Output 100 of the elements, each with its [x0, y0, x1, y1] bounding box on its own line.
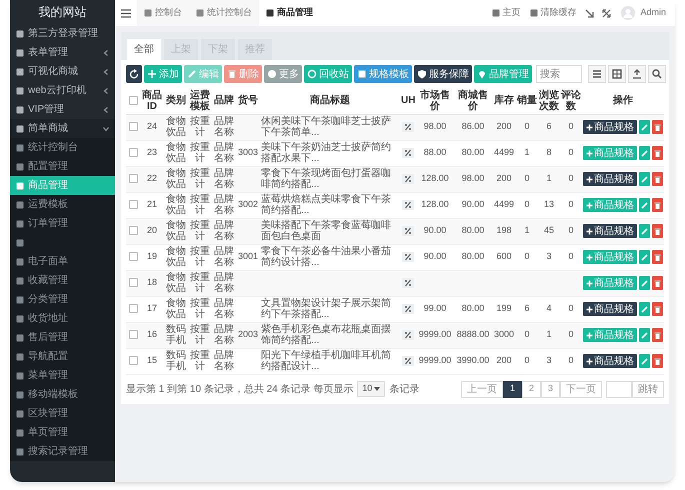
table-cell: 600: [496, 251, 512, 262]
sidebar-item[interactable]: 菜单管理: [10, 366, 115, 385]
column-header: UH: [401, 95, 416, 106]
page-size-select[interactable]: 10: [357, 381, 386, 397]
table-cell: 食物饮品: [166, 116, 186, 138]
table-cell: 零食下午茶现烤面包打蛋器咖啡简约搭配...: [261, 168, 391, 190]
sidebar-item[interactable]: 订单管理: [10, 214, 115, 233]
table-cell: 80.00: [462, 225, 484, 236]
table-cell: 按重计: [190, 324, 210, 346]
table-cell: 9999.00: [418, 329, 452, 340]
sidebar-item[interactable]: 电子面单: [10, 252, 115, 271]
table-cell: 按重计: [190, 350, 210, 372]
table-cell: 按重计: [190, 246, 210, 268]
table-cell: 6: [524, 303, 530, 314]
pagination-summary: 显示第 1 到第 10 条记录，总共 24 条记录 每页显示: [126, 382, 354, 396]
site-title: 我的网站: [38, 4, 88, 21]
spec-button[interactable]: 商品规格: [583, 120, 637, 134]
table-cell: 休闲美味下午茶咖啡芝士披萨下午茶简单...: [261, 116, 391, 138]
table-cell: 0: [568, 199, 574, 210]
sidebar-item[interactable]: 区块管理: [10, 404, 115, 423]
table-cell: 4499: [494, 147, 514, 158]
table-cell: 22: [146, 173, 157, 184]
sidebar-item[interactable]: 运费模板: [10, 195, 115, 214]
toolbar-button[interactable]: 服务保障: [414, 65, 472, 83]
table-cell: 1: [524, 147, 530, 158]
table-cell: 数码手机: [166, 350, 186, 372]
table-cell: 0: [524, 355, 530, 366]
user-name[interactable]: Admin: [635, 6, 671, 20]
sidebar-item[interactable]: 简单商城: [10, 119, 115, 138]
page-button[interactable]: 3: [540, 380, 560, 398]
table-cell: 8888.00: [456, 329, 490, 340]
table-cell: 0: [524, 121, 530, 132]
sidebar-item[interactable]: 售后管理: [10, 328, 115, 347]
spec-button[interactable]: 商品规格: [583, 172, 637, 186]
table-cell: 0: [568, 173, 574, 184]
column-header: 商品标题: [310, 95, 350, 106]
toolbar-button[interactable]: 规格模板: [354, 65, 412, 83]
table-cell: 15: [146, 355, 157, 366]
table-cell: 23: [146, 147, 157, 158]
table-cell: 128.00: [421, 173, 449, 184]
sidebar-item[interactable]: 配置管理: [10, 157, 115, 176]
sidebar-item[interactable]: 表单管理: [10, 43, 115, 62]
table-cell: 0: [568, 329, 574, 340]
column-header: 浏览次数: [539, 90, 559, 112]
table-cell: 200: [496, 121, 512, 132]
table-cell: 食物饮品: [166, 142, 186, 164]
table-cell: 按重计: [190, 194, 210, 216]
sidebar-item[interactable]: 导航配置: [10, 347, 115, 366]
sidebar-item[interactable]: 收藏管理: [10, 271, 115, 290]
table-cell: 88.00: [424, 147, 446, 158]
table-cell: 20: [146, 225, 157, 236]
table-cell: 199: [496, 303, 512, 314]
table-cell: 美味搭配下午茶零食蓝莓咖啡面包白色桌面: [261, 220, 391, 242]
nav-link[interactable]: 清除缓存: [525, 6, 582, 20]
table-cell: 品牌名称: [214, 194, 234, 216]
nav-link[interactable]: 主页: [487, 6, 526, 20]
table-cell: 按重计: [190, 220, 210, 242]
table-cell: 0: [524, 329, 530, 340]
sidebar-item[interactable]: 单页管理: [10, 423, 115, 442]
table-cell: 8: [546, 147, 552, 158]
sidebar-item[interactable]: 搜索记录管理: [10, 442, 115, 461]
table-cell: 按重计: [190, 272, 210, 294]
table-cell: 按重计: [190, 142, 210, 164]
sidebar-item[interactable]: 移动端模板: [10, 385, 115, 404]
spec-button[interactable]: 商品规格: [583, 224, 637, 238]
page-button[interactable]: 1: [502, 380, 522, 398]
table-cell: 3990.00: [456, 355, 490, 366]
table-cell: 9999.00: [418, 355, 452, 366]
table-cell: 13: [544, 199, 554, 210]
spec-button[interactable]: 商品规格: [583, 354, 637, 368]
table-cell: 200: [496, 173, 512, 184]
go-button[interactable]: 跳转: [632, 380, 664, 398]
table-cell: 3001: [238, 251, 258, 262]
table-cell: 98.00: [424, 121, 446, 132]
spec-button[interactable]: 商品规格: [583, 302, 637, 316]
table-cell: 98.00: [462, 173, 484, 184]
sidebar-item[interactable]: VIP管理: [10, 100, 115, 119]
tab[interactable]: 全部: [127, 39, 161, 60]
sidebar-item[interactable]: 统计控制台: [10, 138, 115, 157]
sidebar-item[interactable]: 第三方登录管理: [10, 24, 115, 43]
nav-tab[interactable]: 统计控制台: [189, 0, 259, 26]
search-field[interactable]: 搜索: [536, 65, 582, 83]
table-cell: 食物饮品: [166, 220, 186, 242]
sidebar-item[interactable]: 收货地址: [10, 309, 115, 328]
table-cell: 食物饮品: [166, 168, 186, 190]
table-cell: 美味下午茶奶油芝士披萨简约搭配水果下...: [261, 142, 391, 164]
column-header: 类别: [166, 95, 186, 106]
table-cell: 80.00: [462, 147, 484, 158]
column-header: 评论数: [561, 90, 581, 112]
table-cell: 品牌名称: [214, 246, 234, 268]
table-cell: 45: [544, 225, 554, 236]
table-cell: 90.00: [424, 251, 446, 262]
column-header: 商品ID: [142, 90, 162, 112]
sidebar-item[interactable]: 分类管理: [10, 290, 115, 309]
sidebar-item[interactable]: 可视化商城: [10, 62, 115, 81]
table-cell: 80.00: [462, 303, 484, 314]
sidebar-item[interactable]: web云打印机: [10, 81, 115, 100]
table-cell: 食物饮品: [166, 272, 186, 294]
table-cell: 食物饮品: [166, 246, 186, 268]
nav-tab[interactable]: 控制台: [137, 0, 189, 26]
